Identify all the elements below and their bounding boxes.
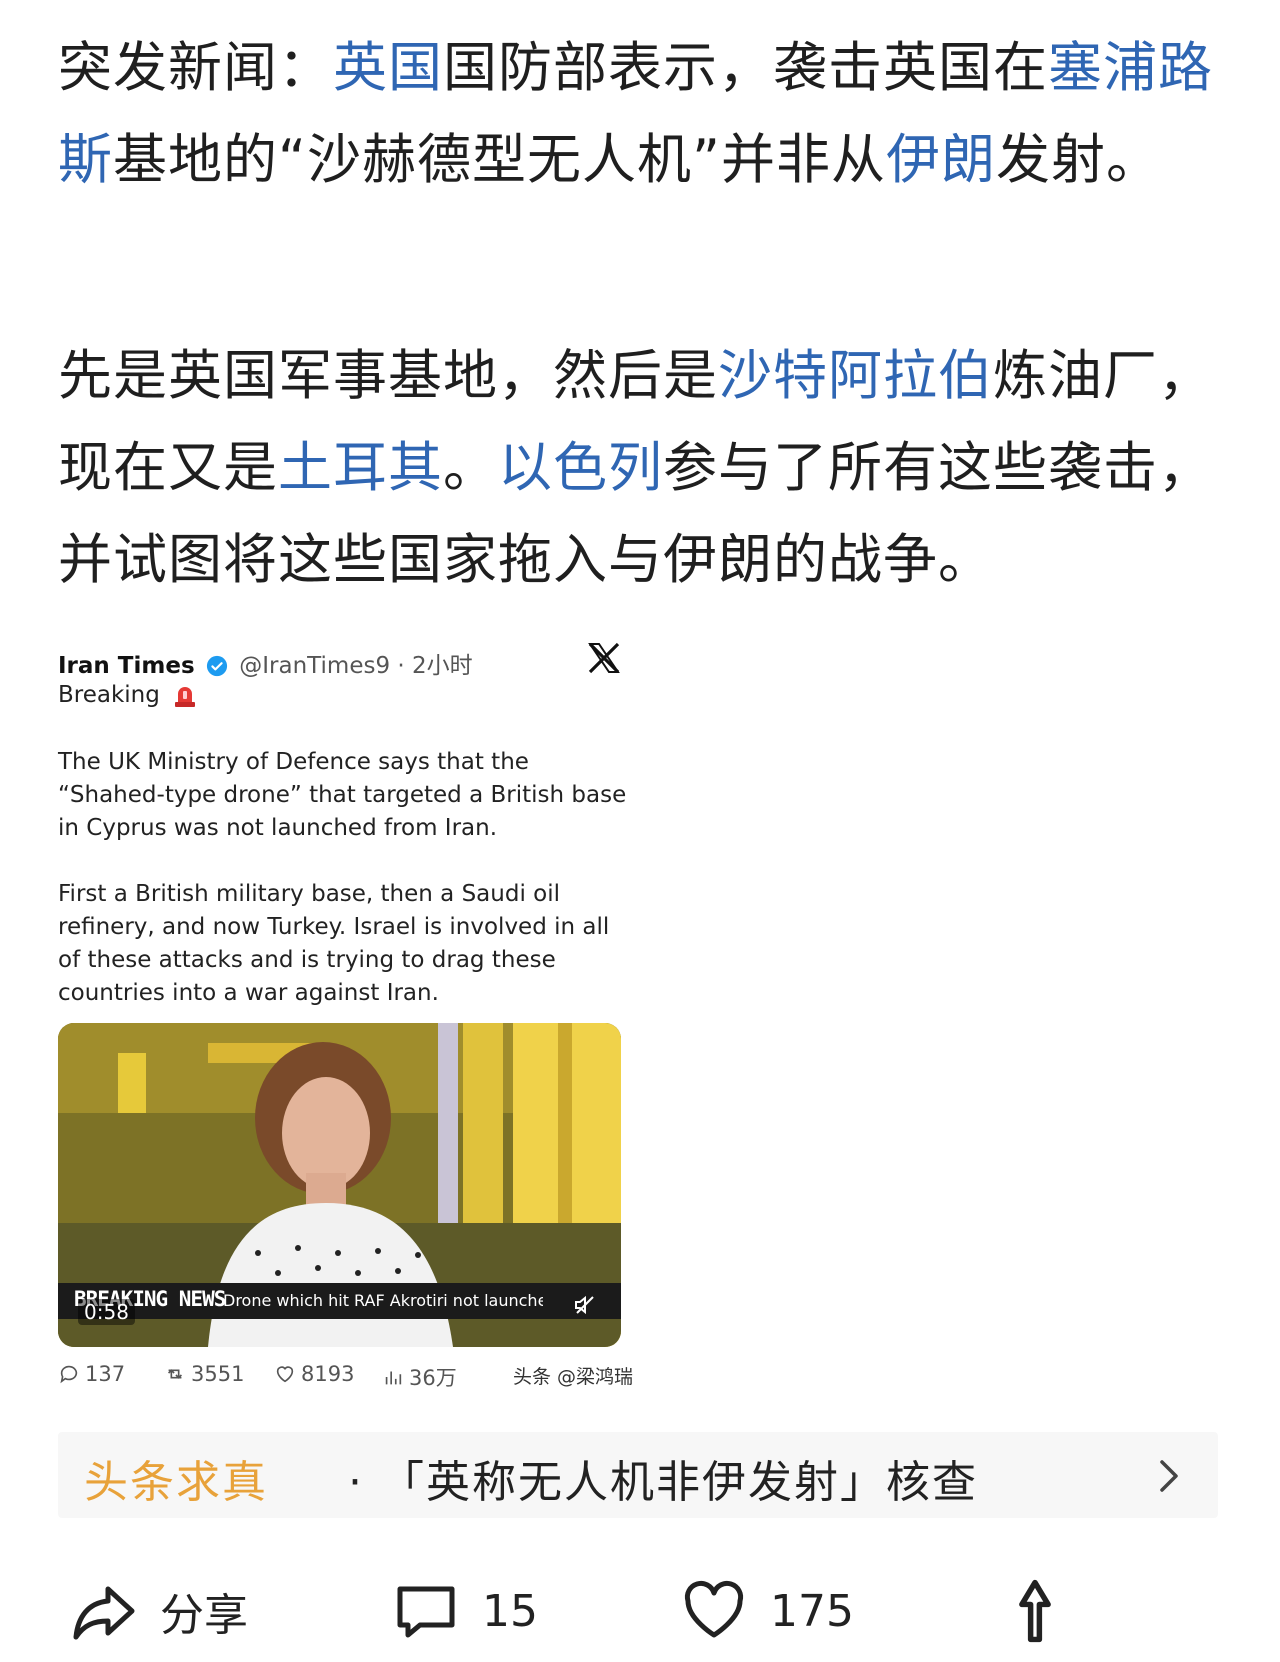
post-paragraph-2: 先是英国军事基地，然后是沙特阿拉伯炼油厂，现在又是土耳其。以色列参与了所有这些袭… — [58, 330, 1218, 606]
tweet-body-1: The UK Ministry of Defence says that the… — [58, 749, 627, 841]
retweet-icon — [167, 1369, 183, 1379]
reply-stat[interactable]: 137 — [58, 1362, 125, 1386]
views-count: 36万 — [409, 1366, 457, 1390]
news-ticker: BREAKING NEWS Drone which hit RAF Akroti… — [58, 1283, 621, 1319]
fact-check-title: · 「英称无人机非伊发射」核查 — [348, 1457, 978, 1508]
text-segment: 突发新闻： — [58, 36, 333, 99]
post-paragraph-1: 突发新闻：英国国防部表示，袭击英国在塞浦路斯基地的“沙赫德型无人机”并非从伊朗发… — [58, 22, 1218, 206]
text-segment: 基地的“沙赫德型无人机”并非从 — [113, 128, 886, 191]
text-segment: 发射。 — [995, 128, 1161, 191]
tweet-breaking-line: Breaking — [58, 682, 197, 708]
thumbs-up-icon — [1019, 1579, 1051, 1643]
siren-icon — [175, 687, 196, 707]
heart-icon — [276, 1366, 294, 1383]
topic-link-turkey[interactable]: 土耳其 — [278, 436, 443, 499]
tweet-author-name: Iran Times — [58, 653, 195, 679]
watermark: 头条 @梁鸿瑞 — [513, 1366, 634, 1388]
like-count-bottom: 175 — [770, 1585, 854, 1637]
breaking-label: Breaking — [58, 682, 160, 708]
reply-count: 137 — [85, 1362, 126, 1386]
video-duration: 0:58 — [78, 1299, 135, 1325]
like-button[interactable]: 175 — [682, 1566, 854, 1656]
text-segment: 先是英国军事基地，然后是 — [58, 344, 718, 407]
share-label: 分享 — [160, 1590, 248, 1641]
like-stat[interactable]: 8193 — [274, 1362, 354, 1386]
reply-icon — [60, 1365, 78, 1384]
topic-link-israel[interactable]: 以色列 — [498, 436, 663, 499]
retweet-stat[interactable]: 3551 — [164, 1362, 244, 1386]
tweet-stats: 137 3551 8193 36万 头条 @梁鸿瑞 — [58, 1362, 633, 1392]
tweet-handle-time: @IranTimes9 · 2小时 — [239, 653, 473, 679]
fact-check-bar[interactable]: 头条求真 · 「英称无人机非伊发射」核查 — [58, 1432, 1218, 1518]
tweet-video[interactable]: BREAKING NEWS Drone which hit RAF Akroti… — [58, 1023, 621, 1347]
mute-icon[interactable] — [573, 1293, 597, 1317]
x-logo-icon — [588, 642, 620, 674]
action-bar: 分享 15 175 — [0, 1566, 1280, 1656]
topic-link-iran[interactable]: 伊朗 — [886, 128, 996, 191]
verified-badge-icon — [206, 655, 228, 677]
tweet-body-2: First a British military base, then a Sa… — [58, 881, 610, 1006]
tweet-header: Iran Times @IranTimes9 · 2小时 — [58, 646, 473, 680]
share-button[interactable]: 分享 — [72, 1566, 248, 1656]
text-segment: 国防部表示，袭击英国在 — [443, 36, 1048, 99]
comment-button[interactable]: 15 — [394, 1566, 538, 1656]
upvote-button[interactable] — [1000, 1566, 1070, 1656]
ticker-text: Drone which hit RAF Akrotiri not launche… — [223, 1291, 543, 1310]
views-stat[interactable]: 36万 — [382, 1362, 457, 1392]
comment-count: 15 — [482, 1585, 538, 1637]
chevron-right-icon — [1160, 1460, 1178, 1492]
text-segment: 。 — [443, 436, 498, 499]
fact-check-brand: 头条求真 — [84, 1457, 268, 1508]
comment-icon — [397, 1586, 455, 1638]
share-icon — [73, 1586, 135, 1640]
retweet-count: 3551 — [191, 1362, 245, 1386]
like-count: 8193 — [301, 1362, 355, 1386]
views-icon — [385, 1371, 402, 1385]
heart-icon — [684, 1580, 744, 1638]
topic-link-uk[interactable]: 英国 — [333, 36, 443, 99]
topic-link-saudi[interactable]: 沙特阿拉伯 — [718, 344, 993, 407]
